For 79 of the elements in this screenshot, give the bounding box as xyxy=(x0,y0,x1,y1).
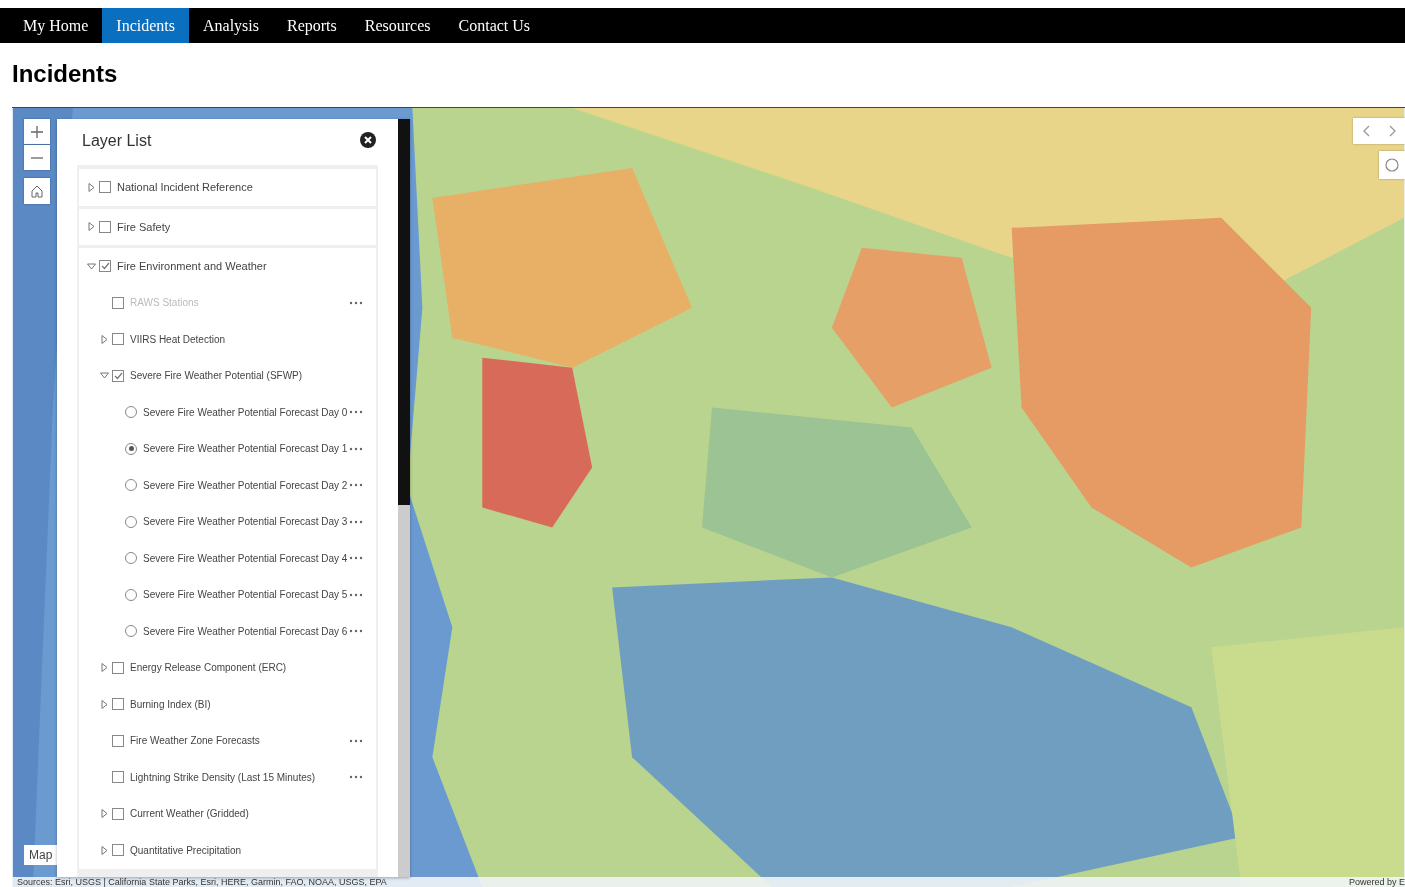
expand-arrow-icon[interactable] xyxy=(88,182,95,192)
powered-by-text: Powered by E xyxy=(1348,877,1405,887)
nav-tab[interactable]: Reports xyxy=(273,8,351,43)
zoom-out-button[interactable] xyxy=(24,145,50,170)
compass-icon xyxy=(1385,158,1399,172)
layer-name[interactable]: Lightning Strike Density (Last 15 Minutes) xyxy=(130,771,316,783)
radio-button[interactable] xyxy=(125,479,137,492)
nav-tab[interactable]: My Home xyxy=(9,8,103,43)
zoom-in-button[interactable] xyxy=(24,119,50,144)
layer-name[interactable]: Severe Fire Weather Potential (SFWP) xyxy=(130,370,303,382)
layer-name[interactable]: Fire Environment and Weather xyxy=(117,260,267,273)
layer-name[interactable]: Quantitative Precipitation xyxy=(130,844,242,856)
layer-name[interactable]: Severe Fire Weather Potential Forecast Day 6 xyxy=(143,625,348,637)
collapse-arrow-icon[interactable] xyxy=(87,262,96,270)
chevron-right-icon[interactable] xyxy=(1388,125,1396,137)
home-icon xyxy=(31,184,43,198)
expand-arrow-icon[interactable] xyxy=(101,809,108,819)
checkbox[interactable] xyxy=(99,260,111,273)
checkbox[interactable] xyxy=(112,807,124,820)
home-button[interactable] xyxy=(24,178,50,204)
close-button[interactable] xyxy=(360,132,378,150)
minus-icon xyxy=(31,156,43,159)
expand-arrow-icon[interactable] xyxy=(101,699,108,709)
more-options-icon[interactable] xyxy=(349,556,363,561)
layer-name[interactable]: Severe Fire Weather Potential Forecast Day 0 xyxy=(143,406,348,418)
nav-tab[interactable]: Contact Us xyxy=(444,8,545,43)
checkbox[interactable] xyxy=(112,844,124,857)
checkbox[interactable] xyxy=(112,661,124,674)
radio-button[interactable] xyxy=(125,442,137,455)
attribution-text: Sources: Esri, USGS | California State Parks, Esri, HERE, Garmin, FAO, NOAA, USGS, EPA xyxy=(17,877,387,887)
expand-arrow-icon[interactable] xyxy=(101,334,108,344)
close-icon xyxy=(360,132,376,148)
layer-name[interactable]: Burning Index (BI) xyxy=(130,698,211,710)
radio-button[interactable] xyxy=(125,406,137,419)
more-options-icon[interactable] xyxy=(349,519,363,524)
panel-title: Layer List xyxy=(82,132,152,150)
layer-name[interactable]: Fire Weather Zone Forecasts xyxy=(130,735,260,747)
checkbox[interactable] xyxy=(99,181,111,194)
checkbox[interactable] xyxy=(112,771,124,784)
layer-name[interactable]: Severe Fire Weather Potential Forecast Day 2 xyxy=(143,479,348,491)
checkmark-icon xyxy=(100,262,110,271)
checkbox[interactable] xyxy=(112,369,124,382)
layer-name[interactable]: Fire Safety xyxy=(117,220,171,233)
more-options-icon[interactable] xyxy=(349,629,363,634)
radio-button[interactable] xyxy=(125,552,137,565)
more-options-icon[interactable] xyxy=(349,738,363,743)
checkbox[interactable] xyxy=(112,734,124,747)
layer-name[interactable]: VIIRS Heat Detection xyxy=(130,333,226,345)
more-options-icon[interactable] xyxy=(349,483,363,488)
more-options-icon[interactable] xyxy=(349,410,363,415)
expand-arrow-icon[interactable] xyxy=(101,845,108,855)
radio-button[interactable] xyxy=(125,625,137,638)
expand-arrow-icon[interactable] xyxy=(101,663,108,673)
radio-button[interactable] xyxy=(125,515,137,528)
checkbox[interactable] xyxy=(112,333,124,346)
expand-arrow-icon[interactable] xyxy=(88,222,95,232)
checkbox[interactable] xyxy=(99,220,111,233)
map-label: Map xyxy=(24,845,58,865)
layer-name[interactable]: Energy Release Component (ERC) xyxy=(130,662,287,674)
layer-name[interactable]: Severe Fire Weather Potential Forecast Day 4 xyxy=(143,552,348,564)
checkbox[interactable] xyxy=(112,698,124,711)
more-options-icon[interactable] xyxy=(349,592,363,597)
checkmark-icon xyxy=(113,371,123,380)
more-options-icon[interactable] xyxy=(349,446,363,451)
nav-tab[interactable]: Resources xyxy=(350,8,445,43)
chevron-left-icon[interactable] xyxy=(1362,125,1370,137)
compass-button[interactable] xyxy=(1379,151,1405,179)
nav-tab[interactable]: Incidents xyxy=(102,8,189,43)
layer-name[interactable]: Severe Fire Weather Potential Forecast Day 1 xyxy=(143,443,348,455)
layer-name[interactable]: National Incident Reference xyxy=(117,181,253,194)
collapse-arrow-icon[interactable] xyxy=(100,372,109,380)
plus-icon xyxy=(31,125,43,138)
layer-name[interactable]: Severe Fire Weather Potential Forecast Day 5 xyxy=(143,589,348,601)
layer-name[interactable]: Severe Fire Weather Potential Forecast Day 3 xyxy=(143,516,348,528)
more-options-icon[interactable] xyxy=(349,775,363,780)
page-title: Incidents xyxy=(12,60,119,89)
radio-button[interactable] xyxy=(125,588,137,601)
nav-tab[interactable]: Analysis xyxy=(189,8,273,43)
layer-name[interactable]: Current Weather (Gridded) xyxy=(130,808,249,820)
